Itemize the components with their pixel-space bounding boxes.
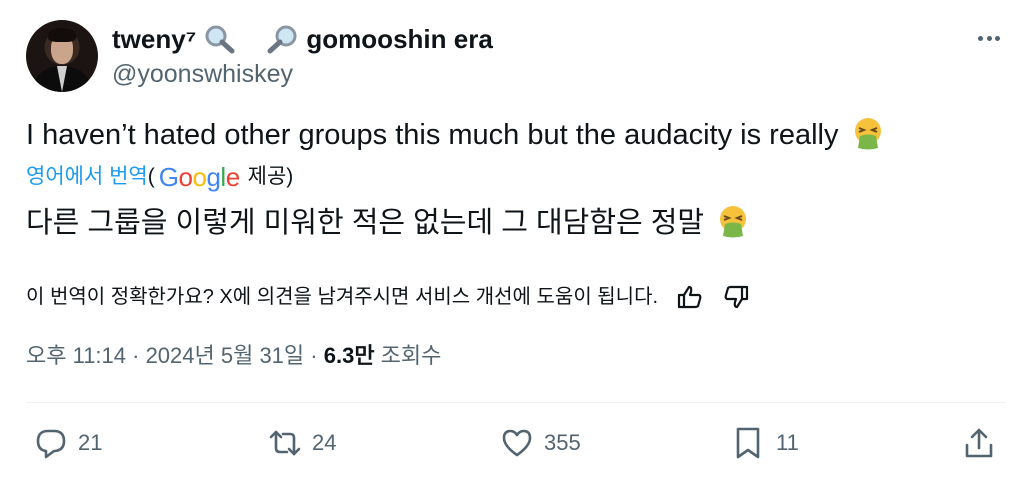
user-handle[interactable]: @yoonswhiskey bbox=[112, 60, 293, 89]
like-count: 355 bbox=[544, 430, 581, 455]
repost-button[interactable]: 24 bbox=[268, 424, 336, 462]
like-button[interactable]: 355 bbox=[500, 424, 581, 462]
vomiting-face-emoji bbox=[720, 206, 747, 238]
like-icon bbox=[502, 429, 532, 457]
translated-text-body: 다른 그룹을 이렇게 미워한 적은 없는데 그 대담함은 정말 bbox=[26, 207, 705, 239]
views-label: 조회수 bbox=[374, 343, 442, 368]
provided-label: 제공) bbox=[247, 165, 294, 188]
thumbs-down-icon bbox=[724, 285, 749, 309]
thumbs-up-icon bbox=[677, 285, 702, 309]
feedback-prompt: 이 번역이 정확한가요? X에 의견을 남겨주시면 서비스 개선에 도움이 됩니… bbox=[26, 286, 659, 308]
timestamp[interactable]: 오후 11:14 · 2024년 5월 31일 bbox=[26, 343, 304, 368]
thumbs-down-button[interactable] bbox=[722, 283, 750, 311]
paren-open: ( bbox=[147, 165, 155, 188]
tweet-text: I haven’t hated other groups this much b… bbox=[26, 116, 885, 154]
more-dot bbox=[995, 35, 1000, 41]
more-dot bbox=[986, 35, 992, 41]
repost-icon bbox=[269, 430, 301, 456]
translate-link[interactable]: 영어에서 번역 bbox=[26, 163, 148, 191]
google-letter: G bbox=[158, 162, 179, 192]
google-logo: Google bbox=[159, 163, 240, 191]
google-letter: o bbox=[178, 162, 193, 192]
bookmark-count: 11 bbox=[776, 430, 799, 455]
reply-button[interactable]: 21 bbox=[34, 424, 102, 462]
views-count: 6.3만 bbox=[323, 343, 375, 368]
translated-text: 다른 그룹을 이렇게 미워한 적은 없는데 그 대담함은 정말 bbox=[26, 204, 750, 242]
avatar-hair bbox=[48, 28, 76, 42]
magnifying-glass-right-icon bbox=[266, 24, 300, 54]
thumbs-up-button[interactable] bbox=[676, 283, 704, 311]
share-icon bbox=[965, 428, 993, 458]
divider bbox=[26, 402, 1006, 403]
bookmark-button[interactable]: 11 bbox=[732, 424, 799, 462]
google-letter: o bbox=[192, 162, 207, 192]
vomiting-face-emoji bbox=[854, 118, 881, 150]
tweet-text-body: I haven’t hated other groups this much b… bbox=[26, 119, 839, 151]
reply-count: 21 bbox=[78, 430, 103, 455]
more-dot bbox=[978, 35, 983, 41]
translation-attribution: 영어에서 번역 ( Google 제공) bbox=[26, 163, 293, 191]
bookmark-icon bbox=[736, 427, 760, 459]
magnifying-glass-left-icon bbox=[202, 24, 236, 54]
display-name-suffix[interactable]: gomooshin era bbox=[306, 24, 492, 55]
tweet-meta: 오후 11:14 · 2024년 5월 31일 · 6.3만 조회수 bbox=[26, 340, 441, 372]
share-button[interactable] bbox=[962, 424, 996, 462]
google-letter: g bbox=[206, 162, 221, 192]
repost-count: 24 bbox=[312, 430, 337, 455]
more-options-button[interactable] bbox=[972, 26, 1006, 50]
reply-icon bbox=[36, 429, 66, 459]
display-name-prefix[interactable]: tweny⁷ bbox=[112, 24, 196, 55]
translation-feedback: 이 번역이 정확한가요? X에 의견을 남겨주시면 서비스 개선에 도움이 됩니… bbox=[26, 283, 750, 311]
meta-separator: · bbox=[304, 343, 324, 368]
display-name-row[interactable]: tweny⁷ gomooshin era bbox=[112, 22, 493, 56]
google-letter: e bbox=[225, 162, 240, 192]
avatar[interactable] bbox=[26, 20, 98, 92]
